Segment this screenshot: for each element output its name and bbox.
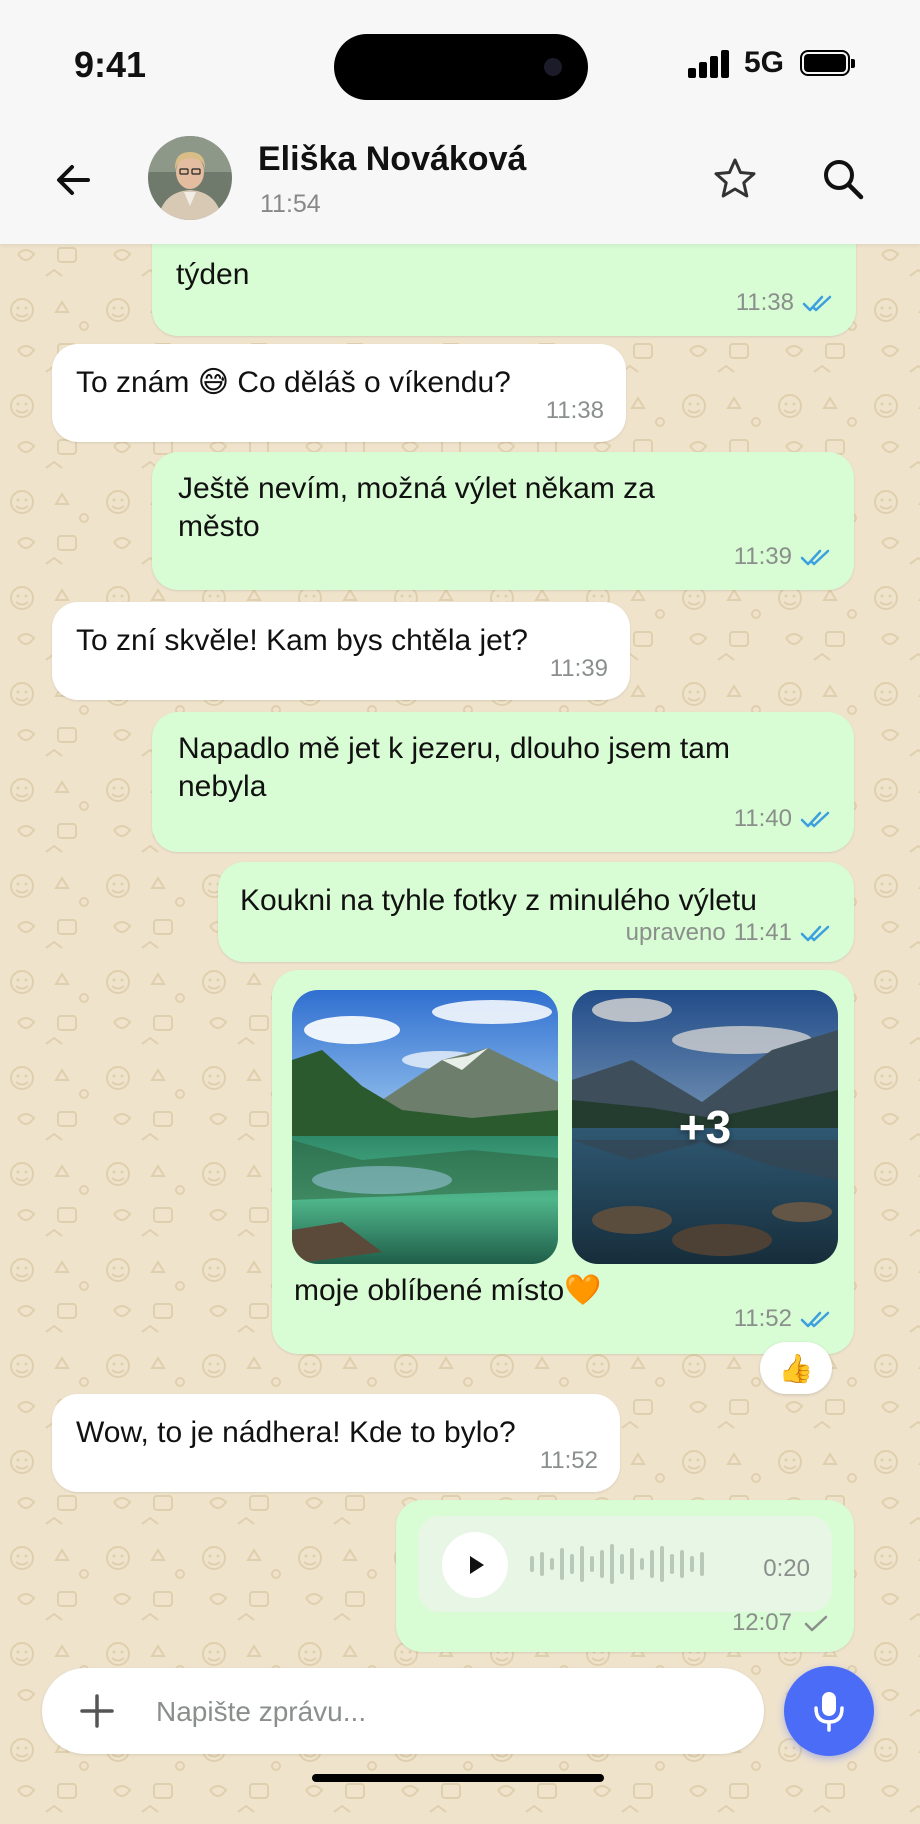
message-time: 11:40	[733, 805, 792, 832]
message-meta: 12:07	[732, 1604, 832, 1642]
message-time: 11:38	[735, 289, 794, 316]
message-meta: 11:52	[540, 1442, 598, 1480]
voice-duration: 0:20	[763, 1555, 810, 1582]
message-input[interactable]	[154, 1668, 718, 1756]
network-label: 5G	[744, 46, 785, 79]
status-time: 9:41	[74, 44, 147, 85]
photo-message-bubble[interactable]: +3 moje oblíbené místo🧡 11:52	[272, 970, 854, 1354]
reaction-badge[interactable]: 👍	[760, 1342, 832, 1394]
photo-thumbnail-more[interactable]: +3	[572, 990, 838, 1264]
message-bubble[interactable]: Napadlo mě jet k jezeru, dlouho jsem tam…	[152, 712, 854, 852]
star-icon[interactable]	[710, 154, 760, 204]
message-meta: 11:39	[550, 650, 608, 688]
message-bubble[interactable]: Koukni na tyhle fotky z minulého výletu …	[218, 862, 854, 962]
message-bubble[interactable]: Wow, to je nádhera! Kde to bylo? 11:52	[52, 1394, 620, 1492]
back-arrow-icon[interactable]	[52, 158, 96, 202]
message-text: Ještě nevím, možná výlet někam za město	[178, 472, 655, 543]
mic-button[interactable]	[784, 1666, 874, 1756]
message-meta: 11:38	[736, 284, 834, 322]
message-text: To zní skvěle! Kam bys chtěla jet?	[76, 624, 528, 657]
message-time: 11:52	[733, 1305, 792, 1332]
battery-fill	[804, 54, 846, 72]
edited-label: upraveno	[625, 919, 726, 946]
message-time: 11:52	[539, 1447, 598, 1474]
home-indicator	[312, 1774, 604, 1782]
camera-icon	[544, 58, 562, 76]
message-bubble[interactable]: Ještě nevím, možná výlet někam za město …	[152, 452, 854, 590]
message-time: 11:39	[549, 655, 608, 682]
avatar[interactable]	[148, 136, 232, 220]
dynamic-island	[334, 34, 588, 100]
message-bubble[interactable]: To znám 😅 Co děláš o víkendu? 11:38	[52, 344, 626, 442]
chat-header: Eliška Nováková 11:54	[0, 120, 920, 244]
message-time: 11:41	[733, 919, 792, 946]
message-composer	[42, 1668, 764, 1756]
message-meta: 11:39	[734, 538, 832, 576]
status-bar: 9:41 5G	[0, 0, 920, 120]
voice-message-bubble[interactable]: 0:20 12:07	[396, 1500, 854, 1652]
message-meta: upraveno 11:41	[626, 914, 832, 952]
play-button[interactable]	[442, 1532, 508, 1598]
contact-status: 11:54	[260, 190, 321, 218]
waveform[interactable]	[528, 1542, 710, 1586]
message-text: To znám 😅 Co děláš o víkendu?	[76, 366, 511, 399]
single-check-icon	[804, 1615, 828, 1632]
plus-icon[interactable]	[76, 1690, 118, 1732]
message-time: 12:07	[731, 1609, 792, 1636]
contact-name[interactable]: Eliška Nováková	[258, 140, 526, 179]
more-photos-count: +3	[678, 1101, 732, 1153]
double-check-icon	[800, 925, 830, 942]
photo-gallery: +3	[292, 990, 838, 1264]
double-check-icon	[800, 811, 830, 828]
search-icon[interactable]	[818, 154, 868, 204]
message-text: Wow, to je nádhera! Kde to bylo?	[76, 1416, 516, 1449]
battery-icon	[800, 50, 855, 76]
message-text: Koukni na tyhle fotky z minulého výletu	[240, 884, 757, 917]
double-check-icon	[802, 295, 832, 312]
photo-thumbnail[interactable]	[292, 990, 558, 1264]
microphone-icon	[814, 1692, 844, 1732]
voice-player: 0:20	[418, 1516, 832, 1612]
signal-icon	[688, 48, 730, 78]
message-text: týden	[176, 258, 250, 291]
message-meta: 11:38	[546, 392, 604, 430]
message-time: 11:39	[733, 543, 792, 570]
photo-caption: moje oblíbené místo🧡	[294, 1274, 602, 1307]
double-check-icon	[800, 549, 830, 566]
message-bubble[interactable]: To zní skvěle! Kam bys chtěla jet? 11:39	[52, 602, 630, 700]
play-icon	[470, 1556, 484, 1574]
message-meta: 11:40	[734, 800, 832, 838]
message-text: Napadlo mě jet k jezeru, dlouho jsem tam…	[178, 732, 730, 803]
double-check-icon	[800, 1311, 830, 1328]
message-meta: 11:52	[734, 1300, 832, 1338]
message-time: 11:38	[545, 397, 604, 424]
